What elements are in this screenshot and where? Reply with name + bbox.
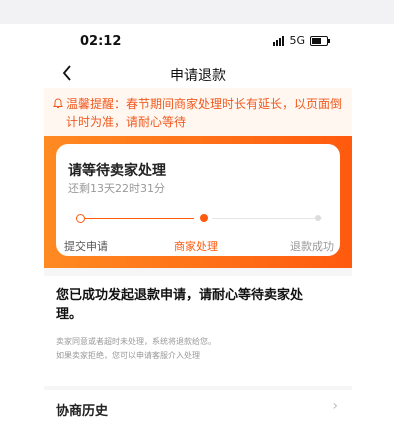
step-dot-pending — [315, 215, 321, 221]
status-indicators: 5G — [273, 34, 330, 47]
page-title: 申请退款 — [170, 68, 226, 84]
signal-icon — [273, 35, 285, 46]
progress-track — [74, 212, 322, 232]
history-label: 协商历史 — [56, 404, 109, 419]
progress-section: 请等待卖家处理 还剩13天22时31分 提交申请 商家处理 退款成功 — [44, 136, 352, 268]
browser-top-bar — [0, 0, 394, 24]
step-label-merchant: 商家处理 — [174, 240, 218, 253]
step-label-success: 退款成功 — [290, 240, 334, 253]
step-label-submit: 提交申请 — [64, 240, 108, 253]
step-dot-submitted — [76, 214, 85, 223]
message-line-1: 卖家同意或者超时未处理，系统将退款给您。 — [56, 337, 216, 346]
message-headline: 您已成功发起退款申请，请耐心等待卖家处理。 — [56, 288, 304, 322]
countdown-text: 还剩13天22时31分 — [68, 182, 165, 195]
status-bar: 02:12 5G — [44, 24, 352, 58]
phone-screen: 02:12 5G 申请退款 温馨提醒：春节期间商家处理时长有延长，以页面倒计时为… — [44, 24, 352, 425]
network-type: 5G — [289, 34, 305, 47]
nav-bar: 申请退款 — [44, 58, 352, 88]
battery-icon — [310, 35, 330, 46]
status-time: 02:12 — [80, 34, 122, 49]
progress-line-done — [84, 218, 194, 219]
step-labels: 提交申请 商家处理 退款成功 — [56, 238, 340, 254]
progress-title: 请等待卖家处理 — [68, 163, 166, 179]
refund-message: 您已成功发起退款申请，请耐心等待卖家处理。 卖家同意或者超时未处理，系统将退款给… — [44, 276, 352, 386]
message-line-2: 如果卖家拒绝，您可以申请客服介入处理 — [56, 351, 200, 360]
chevron-right-icon: › — [332, 398, 338, 414]
progress-line-pending — [212, 218, 322, 219]
notice-banner: 温馨提醒：春节期间商家处理时长有延长，以页面倒计时为准，请耐心等待 — [44, 88, 352, 136]
progress-card: 请等待卖家处理 还剩13天22时31分 提交申请 商家处理 退款成功 — [56, 144, 340, 256]
notice-text: 温馨提醒：春节期间商家处理时长有延长，以页面倒计时为准，请耐心等待 — [66, 97, 343, 129]
negotiation-history-row[interactable]: 协商历史 › — [44, 390, 352, 425]
step-dot-current — [200, 214, 208, 222]
bell-icon — [53, 98, 63, 108]
